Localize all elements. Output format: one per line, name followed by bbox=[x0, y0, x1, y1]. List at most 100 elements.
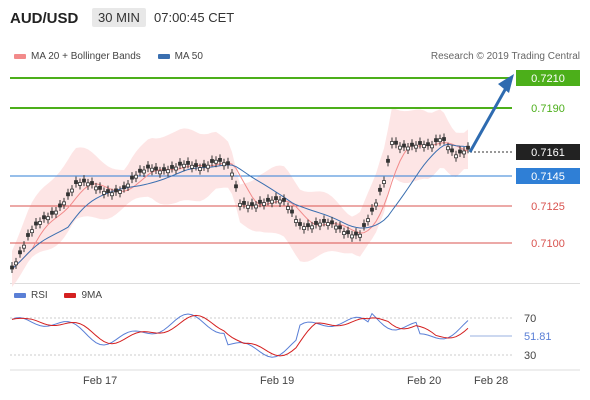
candle-body bbox=[138, 168, 142, 173]
level-label-3: 0.7145 bbox=[531, 171, 565, 183]
candle-body bbox=[54, 210, 58, 215]
projection-arrow bbox=[468, 74, 514, 153]
candle-body bbox=[102, 190, 106, 195]
candle-body bbox=[214, 159, 218, 164]
candle-body bbox=[34, 221, 38, 226]
candle-body bbox=[434, 138, 438, 143]
candle-body bbox=[22, 244, 26, 249]
level-label-0: 0.7210 bbox=[531, 73, 565, 85]
candle-body bbox=[262, 202, 266, 206]
candle-body bbox=[222, 162, 226, 167]
rsi-line bbox=[11, 312, 469, 358]
candle-body bbox=[206, 164, 210, 169]
candle-body bbox=[62, 201, 66, 206]
candle-body bbox=[430, 144, 434, 149]
candle-body bbox=[98, 185, 102, 190]
rsi-level-30-label: 30 bbox=[524, 350, 536, 362]
candle-body bbox=[130, 175, 134, 180]
candle-body bbox=[198, 167, 202, 172]
candle-body bbox=[66, 192, 70, 197]
candle-body bbox=[154, 166, 158, 171]
candle-body bbox=[210, 159, 214, 163]
level-labels: 0.7210 0.7190 0.7161 0.7145 0.7125 0.7100 bbox=[516, 70, 580, 250]
candle-body bbox=[358, 233, 362, 238]
candle-body bbox=[266, 197, 270, 202]
candle-body bbox=[242, 201, 246, 205]
candle-body bbox=[310, 225, 314, 230]
candle-body bbox=[390, 141, 394, 145]
candle-body bbox=[162, 167, 166, 172]
candle-body bbox=[458, 149, 462, 154]
candle-body bbox=[90, 181, 94, 185]
candle-body bbox=[10, 265, 14, 270]
price-chart[interactable]: 0.72100.71900.71610.71450.71250.7100 70 … bbox=[0, 0, 590, 400]
candle-body bbox=[278, 199, 282, 204]
candle-body bbox=[14, 261, 18, 266]
candle-body bbox=[322, 218, 326, 223]
candle-body bbox=[314, 221, 318, 225]
candle-body bbox=[122, 185, 126, 190]
candle-body bbox=[118, 190, 122, 194]
candle-body bbox=[302, 226, 306, 230]
candle-body bbox=[366, 218, 370, 223]
projection-arrow-line bbox=[468, 87, 508, 153]
x-label-feb17: Feb 17 bbox=[83, 375, 117, 387]
candle-body bbox=[134, 174, 138, 179]
candle-body bbox=[182, 163, 186, 168]
candle-body bbox=[298, 222, 302, 226]
candle-body bbox=[454, 154, 458, 159]
level-label-1: 0.7190 bbox=[531, 103, 565, 115]
candle-body bbox=[294, 219, 298, 223]
candle-body bbox=[410, 142, 414, 147]
candle-body bbox=[74, 180, 78, 184]
candle-body bbox=[26, 233, 30, 237]
candle-body bbox=[326, 222, 330, 227]
candle-body bbox=[238, 203, 242, 207]
candle-body bbox=[290, 209, 294, 214]
candle-body bbox=[386, 158, 390, 163]
candle-body bbox=[82, 178, 86, 183]
candle-body bbox=[422, 144, 426, 148]
candle-body bbox=[226, 161, 230, 166]
rsi-ma-line bbox=[11, 314, 469, 357]
candle-body bbox=[426, 142, 430, 147]
candle-body bbox=[166, 169, 170, 174]
candle-body bbox=[258, 199, 262, 204]
candle-body bbox=[126, 183, 130, 188]
candle-body bbox=[190, 164, 194, 169]
candle-body bbox=[286, 206, 290, 210]
x-label-feb19: Feb 19 bbox=[260, 375, 294, 387]
candle-body bbox=[202, 163, 206, 168]
candle-body bbox=[38, 221, 42, 225]
candle-body bbox=[58, 203, 62, 208]
candle-body bbox=[250, 202, 254, 207]
candle-body bbox=[338, 225, 342, 230]
projection-arrow-head bbox=[498, 74, 514, 93]
candle-body bbox=[418, 141, 422, 145]
candle-body bbox=[42, 215, 46, 220]
rsi-value-label: 51.81 bbox=[524, 331, 552, 343]
candle-body bbox=[30, 229, 34, 234]
candle-body bbox=[174, 166, 178, 171]
rsi-level-70-label: 70 bbox=[524, 313, 536, 325]
candle-body bbox=[402, 143, 406, 148]
candle-body bbox=[230, 172, 234, 177]
candle-body bbox=[106, 189, 110, 193]
candle-body bbox=[450, 148, 454, 153]
candle-body bbox=[110, 192, 114, 197]
candle-body bbox=[414, 144, 418, 149]
candle-body bbox=[254, 204, 258, 209]
candle-body bbox=[362, 223, 366, 227]
candle-body bbox=[274, 196, 278, 201]
candle-body bbox=[406, 146, 410, 151]
candle-body bbox=[382, 180, 386, 184]
bollinger-fill bbox=[12, 107, 468, 287]
candle-body bbox=[466, 145, 470, 150]
candle-body bbox=[370, 207, 374, 212]
bollinger-bands bbox=[12, 107, 468, 287]
level-label-4: 0.7125 bbox=[531, 201, 565, 213]
candle-body bbox=[158, 170, 162, 175]
candle-body bbox=[438, 138, 442, 143]
candle-body bbox=[146, 164, 150, 169]
candle-body bbox=[446, 146, 450, 151]
